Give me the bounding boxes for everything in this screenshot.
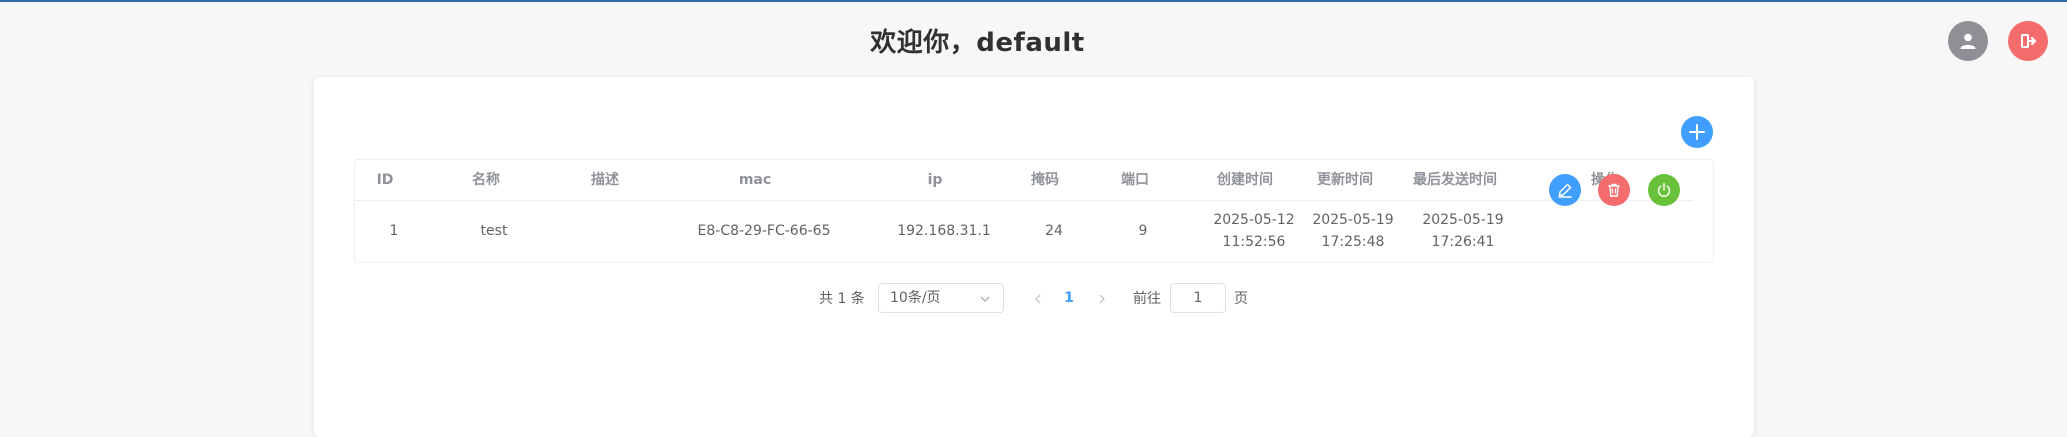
cell-name: test — [480, 223, 508, 239]
add-device-button[interactable] — [1681, 116, 1713, 148]
user-icon — [1960, 33, 1976, 49]
cell-port: 9 — [1138, 223, 1148, 239]
cell-created: 2025-05-12 11:52:56 — [1213, 201, 1294, 261]
logout-button[interactable] — [2008, 21, 2048, 61]
chevron-right-icon — [1099, 294, 1105, 304]
goto-page-input[interactable]: 1 — [1170, 283, 1226, 313]
last-sent-time: 17:26:41 — [1431, 234, 1495, 250]
delete-button[interactable] — [1598, 174, 1630, 206]
page-number-current[interactable]: 1 — [1058, 283, 1080, 313]
welcome-title: 欢迎你，default — [870, 28, 1085, 58]
cell-last-sent: 2025-05-19 17:26:41 — [1422, 201, 1503, 261]
chevron-down-icon — [980, 296, 990, 302]
goto-label: 前往 — [1133, 291, 1161, 307]
pagination-total: 共 1 条 — [819, 291, 865, 307]
cell-ip: 192.168.31.1 — [897, 223, 991, 239]
column-header-created[interactable]: 创建时间 — [1217, 160, 1273, 200]
trash-icon — [1608, 183, 1620, 197]
power-button[interactable] — [1648, 174, 1680, 206]
prev-page-button[interactable] — [1028, 289, 1048, 309]
column-header-mask[interactable]: 掩码 — [1031, 160, 1059, 200]
column-header-desc[interactable]: 描述 — [591, 160, 619, 200]
table-row: 1 test E8-C8-29-FC-66-65 192.168.31.1 24… — [355, 201, 1693, 261]
power-icon — [1657, 182, 1671, 197]
cell-mac: E8-C8-29-FC-66-65 — [697, 223, 831, 239]
column-header-updated[interactable]: 更新时间 — [1317, 160, 1373, 200]
logout-icon — [2021, 34, 2037, 48]
column-header-name[interactable]: 名称 — [472, 160, 500, 200]
page-suffix-label: 页 — [1234, 291, 1248, 307]
plus-icon — [1689, 124, 1705, 140]
updated-date: 2025-05-19 — [1312, 212, 1394, 228]
user-button[interactable] — [1948, 21, 1988, 61]
chevron-left-icon — [1035, 294, 1041, 304]
created-time: 11:52:56 — [1222, 234, 1286, 250]
cell-id: 1 — [389, 223, 399, 239]
last-sent-date: 2025-05-19 — [1422, 212, 1504, 228]
updated-time: 17:25:48 — [1321, 234, 1385, 250]
pen-icon — [1558, 183, 1572, 198]
column-header-ip[interactable]: ip — [928, 160, 943, 200]
edit-button[interactable] — [1549, 174, 1581, 206]
column-header-last-sent[interactable]: 最后发送时间 — [1413, 160, 1497, 200]
next-page-button[interactable] — [1092, 289, 1112, 309]
column-header-id[interactable]: ID — [377, 160, 394, 200]
page-size-select[interactable]: 10条/页 — [878, 283, 1004, 313]
cell-mask: 24 — [1045, 223, 1063, 239]
column-header-mac[interactable]: mac — [739, 160, 771, 200]
page-size-value: 10条/页 — [890, 290, 941, 306]
top-accent-line — [0, 0, 2067, 2]
created-date: 2025-05-12 — [1213, 212, 1295, 228]
table-header: ID 名称 描述 mac ip 掩码 端口 创建时间 更新时间 最后发送时间 操… — [355, 160, 1693, 201]
column-header-port[interactable]: 端口 — [1121, 160, 1149, 200]
cell-updated: 2025-05-19 17:25:48 — [1312, 201, 1393, 261]
device-table: ID 名称 描述 mac ip 掩码 端口 创建时间 更新时间 最后发送时间 操… — [354, 159, 1714, 263]
